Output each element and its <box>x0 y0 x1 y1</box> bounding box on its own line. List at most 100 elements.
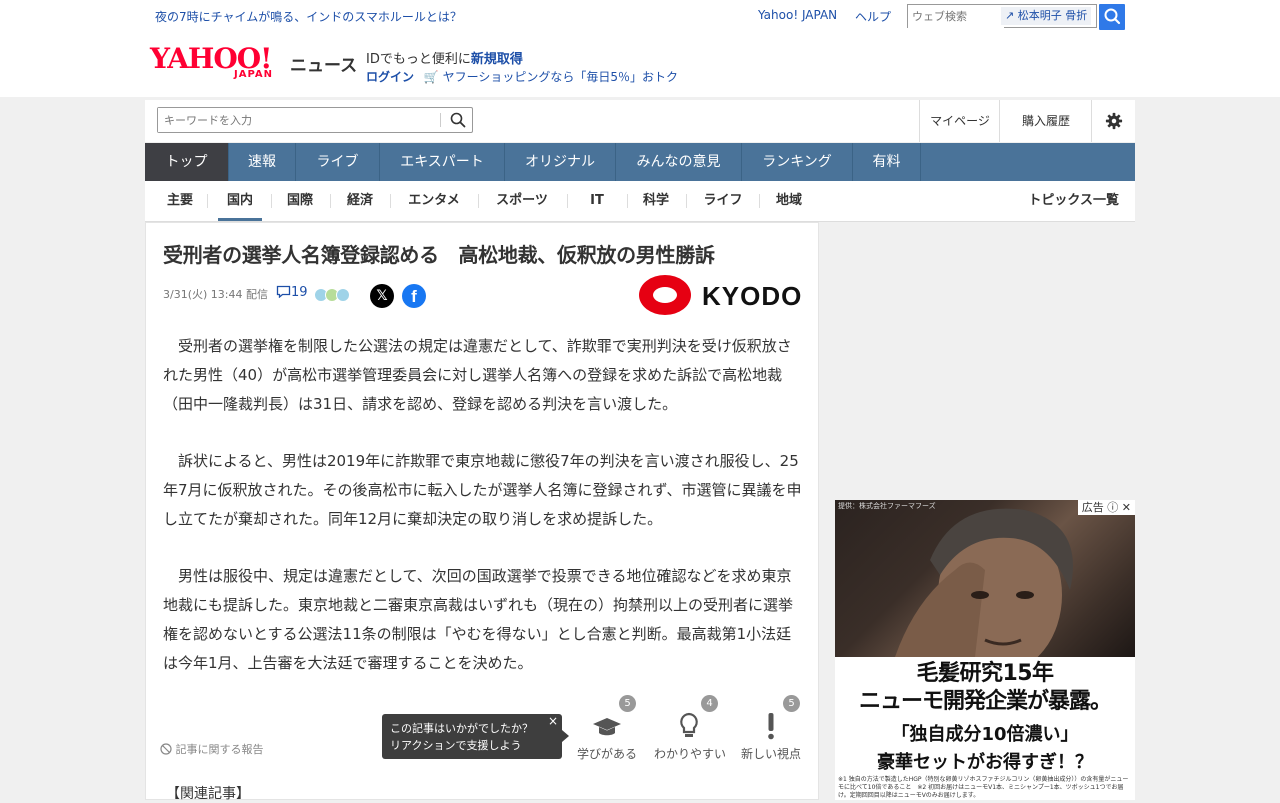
nav-top[interactable]: トップ <box>145 143 229 181</box>
article: 受刑者の選挙人名簿登録認める 高松地裁、仮釈放の男性勝訴 3/31(火) 13:… <box>145 222 819 802</box>
trend-icon: ↗ <box>1005 9 1015 22</box>
nav-live[interactable]: ライブ <box>296 143 380 181</box>
delivered-label: 配信 <box>245 288 268 301</box>
nav-ranking[interactable]: ランキング <box>742 143 853 181</box>
help-link[interactable]: ヘルプ <box>855 8 891 25</box>
yahoo-japan-link[interactable]: Yahoo! JAPAN <box>758 8 837 22</box>
info-icon[interactable]: ⓘ <box>1107 501 1118 514</box>
top-news-link[interactable]: 夜の7時にチャイムが鳴る、インドのスマホルールとは？ <box>155 8 462 25</box>
header: YAHOO! JAPAN ニュース IDでもっと便利に新規取得 ログイン 🛒 ヤ… <box>0 33 1280 97</box>
gear-icon <box>1105 112 1123 130</box>
article-title: 受刑者の選挙人名簿登録認める 高松地裁、仮釈放の男性勝訴 <box>163 243 715 267</box>
cat-international[interactable]: 国際 <box>282 181 318 221</box>
comment-count: 19 <box>291 285 308 300</box>
keyword-suggest-text: 松本明子 骨折 <box>1017 9 1088 22</box>
cat-sports[interactable]: スポーツ <box>490 181 554 221</box>
divider <box>390 194 391 208</box>
search-divider <box>440 113 441 127</box>
facebook-share-icon[interactable]: f <box>402 284 426 308</box>
reaction-count: 4 <box>701 695 718 712</box>
reaction-faces <box>314 287 350 306</box>
reaction-count: 5 <box>783 695 800 712</box>
kyodo-mark <box>639 275 691 315</box>
cat-main[interactable]: 主要 <box>162 181 198 221</box>
ad-headline-2: ニューモ開発企業が暴露。 <box>858 689 1112 714</box>
ad-label-text: 広告 <box>1081 501 1104 514</box>
ad-headline-1: 毛髪研究15年 <box>916 661 1054 686</box>
x-share-icon[interactable]: 𝕏 <box>370 284 394 308</box>
nav-breaking[interactable]: 速報 <box>229 143 296 181</box>
nav-expert[interactable]: エキスパート <box>380 143 505 181</box>
ad-portrait-image <box>895 508 1073 673</box>
nav-original[interactable]: オリジナル <box>505 143 616 181</box>
ad-fine-print: ※1 独自の方法で製造したHGP（特別な卵黄リゾホスファチジルコリン（卵黄抽出成… <box>838 776 1129 799</box>
article-meta: 3/31(火) 13:44 配信 <box>163 286 268 302</box>
keyword-suggest[interactable]: ↗ 松本明子 骨折 <box>1001 7 1092 25</box>
cat-it[interactable]: IT <box>579 181 615 221</box>
tooltip-line1: この記事はいかがでしたか？ <box>390 722 533 735</box>
ad-credit: 提供：株式会社ファーマフーズ <box>838 502 936 510</box>
logo-japan: JAPAN <box>234 69 273 80</box>
reaction-tooltip: この記事はいかがでしたか？ リアクションで支援しよう × <box>382 713 569 759</box>
divider <box>207 194 208 208</box>
advertisement[interactable]: 提供：株式会社ファーマフーズ 広告 ⓘ ✕ 毛髪研究15年 ニューモ開発企業が暴… <box>835 500 1135 800</box>
ad-label[interactable]: 広告 ⓘ ✕ <box>1077 500 1135 515</box>
divider <box>686 194 687 208</box>
id-text: IDでもっと便利に <box>366 52 471 67</box>
search-icon <box>1104 8 1121 25</box>
cat-region[interactable]: 地域 <box>771 181 807 221</box>
ad-photo: 提供：株式会社ファーマフーズ <box>835 500 1135 673</box>
close-icon[interactable]: × <box>548 713 558 730</box>
nav-paid[interactable]: 有料 <box>853 143 921 181</box>
cat-life[interactable]: ライフ <box>699 181 747 221</box>
new-id-link[interactable]: 新規取得 <box>471 52 523 67</box>
keyword-search-box <box>157 107 473 133</box>
report-link[interactable]: 記事に関する報告 <box>160 741 264 757</box>
login-line: ログイン 🛒 ヤフーショッピングなら「毎日5％」おトク <box>366 68 678 85</box>
divider <box>271 194 272 208</box>
search-row: マイページ 購入履歴 <box>145 100 1135 142</box>
logo-news: ニュース <box>290 56 358 76</box>
exclamation-icon <box>768 713 774 740</box>
cat-economy[interactable]: 経済 <box>342 181 378 221</box>
close-icon[interactable]: ✕ <box>1122 501 1131 514</box>
cat-science[interactable]: 科学 <box>638 181 674 221</box>
cat-entertainment[interactable]: エンタメ <box>402 181 466 221</box>
keyword-search-input[interactable] <box>158 108 440 132</box>
purchase-history-link[interactable]: 購入履歴 <box>999 100 1092 142</box>
web-search-box: ↗ 松本明子 骨折 <box>907 4 1097 28</box>
related-articles-heading: 【関連記事】 <box>166 786 250 802</box>
cart-icon: 🛒 <box>423 70 439 84</box>
mypage-link[interactable]: マイページ <box>919 100 1000 142</box>
settings-button[interactable] <box>1091 100 1136 142</box>
cat-domestic[interactable]: 国内 <box>218 181 262 221</box>
divider <box>759 194 760 208</box>
article-paragraph: 訴状によると、男性は2019年に詐欺罪で東京地裁に懲役7年の判決を言い渡され服役… <box>163 452 802 528</box>
publish-date: 3/31(火) 13:44 <box>163 288 243 301</box>
id-line: IDでもっと便利に新規取得 <box>366 48 523 67</box>
kyodo-wordmark: KYODO <box>702 281 803 311</box>
category-nav: 主要 国内 国際 経済 エンタメ スポーツ IT 科学 ライフ 地域 トピックス… <box>145 181 1135 222</box>
reaction-label: 新しい視点 <box>740 747 801 761</box>
search-icon[interactable] <box>450 112 466 128</box>
nav-opinions[interactable]: みんなの意見 <box>616 143 742 181</box>
yahoo-news-logo[interactable]: YAHOO! JAPAN ニュース <box>150 45 357 81</box>
web-search-input[interactable] <box>908 5 1004 28</box>
login-link[interactable]: ログイン <box>366 70 414 84</box>
shopping-link[interactable]: ヤフーショッピングなら「毎日5％」おトク <box>443 70 678 84</box>
face-icon <box>336 288 350 302</box>
prohibited-icon <box>160 743 172 755</box>
divider <box>478 194 479 208</box>
ad-headline-3: 「独自成分10倍濃い」 <box>891 724 1079 745</box>
tooltip-line2: リアクションで支援しよう <box>390 739 522 752</box>
web-search-button[interactable] <box>1099 4 1125 30</box>
article-paragraph: 受刑者の選挙権を制限した公選法の規定は違憲だとして、詐欺罪で実刑判決を受け仮釈放… <box>163 337 792 413</box>
ad-headline-4: 豪華セットがお得すぎ！？ <box>877 752 1093 773</box>
divider <box>567 194 568 208</box>
topics-list-link[interactable]: トピックス一覧 <box>1028 181 1119 221</box>
reaction-label: わかりやすい <box>654 747 727 761</box>
report-label: 記事に関する報告 <box>175 743 264 756</box>
lightbulb-icon <box>680 712 698 737</box>
comments-link[interactable]: 19 <box>276 285 308 300</box>
reaction-count: 5 <box>619 695 636 712</box>
